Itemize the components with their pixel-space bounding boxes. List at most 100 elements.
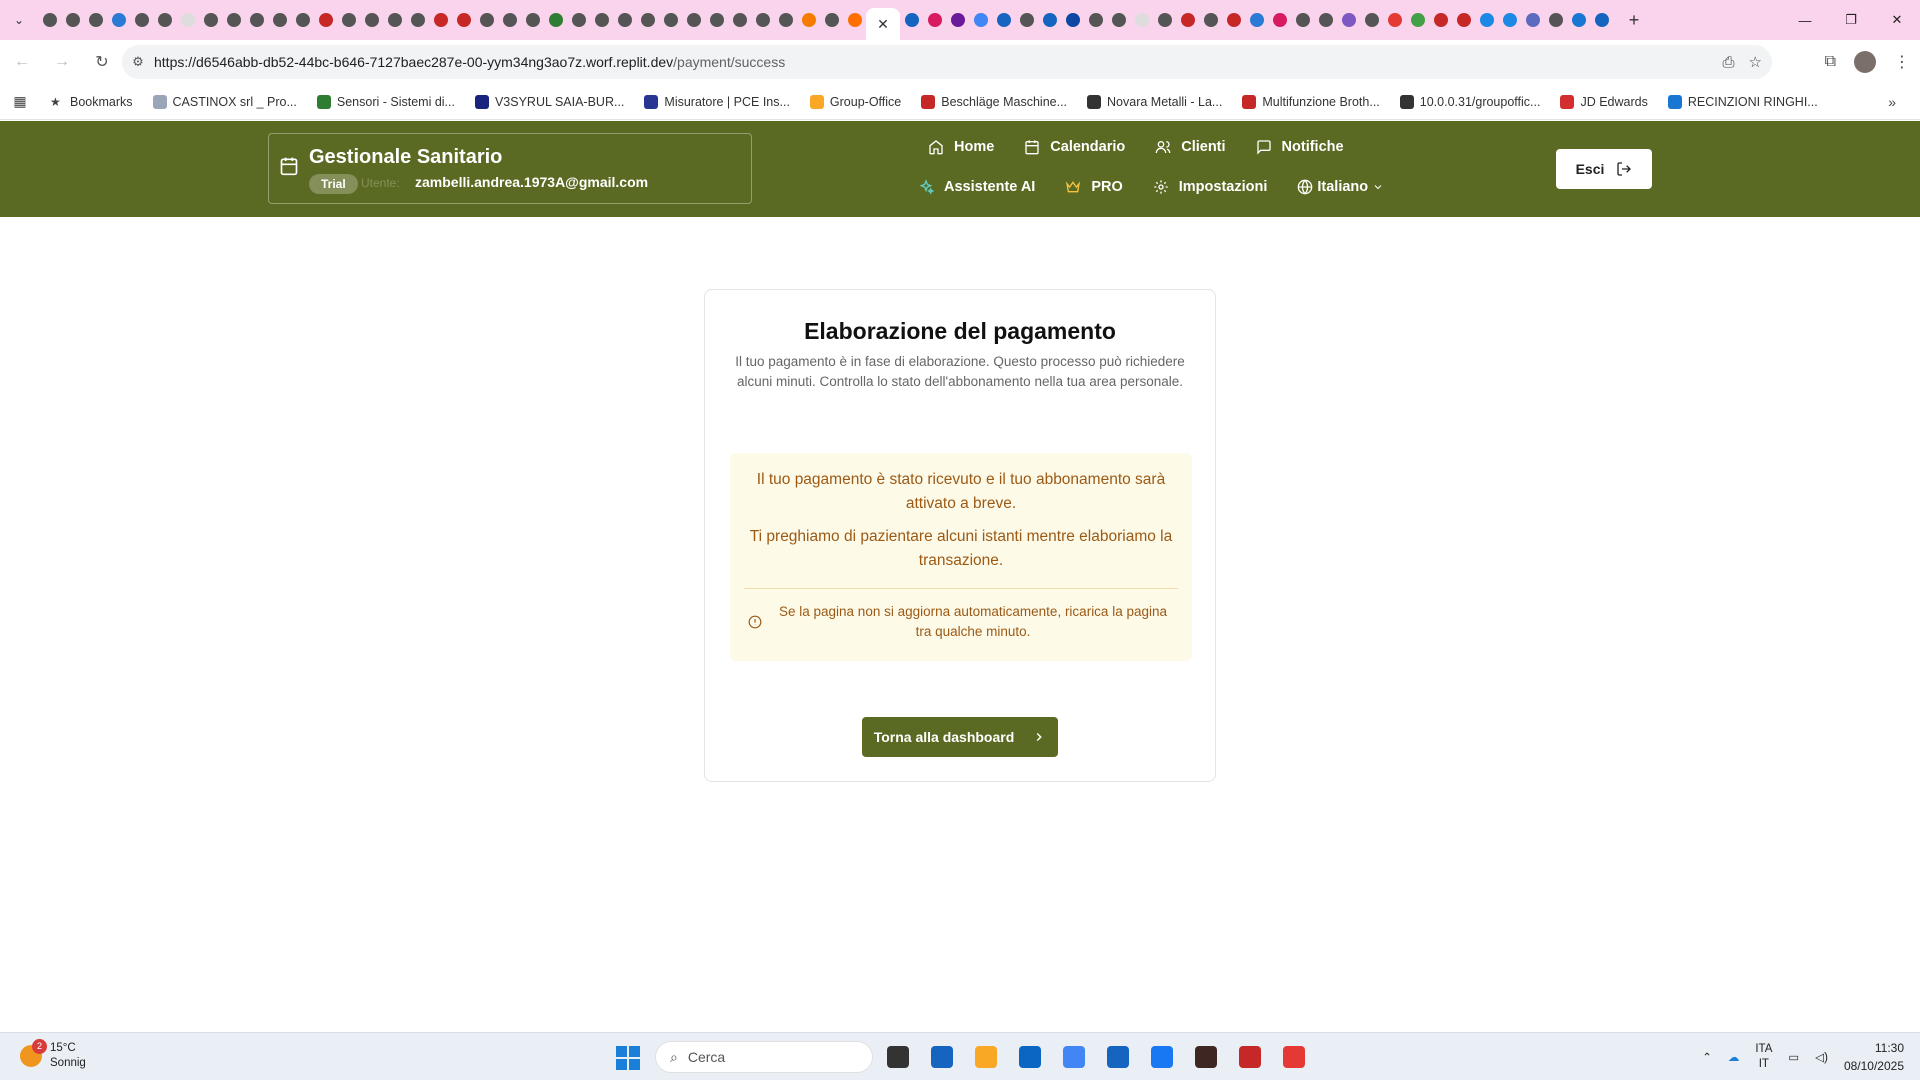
taskbar-search[interactable]: ⌕ Cerca <box>655 1041 873 1073</box>
nav-ai-assistant[interactable]: Assistente AI <box>918 175 1035 199</box>
tab-favicon[interactable] <box>844 9 866 31</box>
tab-favicon[interactable] <box>1039 9 1061 31</box>
tab-favicon[interactable] <box>177 9 199 31</box>
taskbar-app-icon[interactable] <box>968 1041 1004 1073</box>
tab-favicon[interactable] <box>821 9 843 31</box>
active-tab[interactable]: ✕ <box>866 8 900 40</box>
tab-favicon[interactable] <box>901 9 923 31</box>
tab-favicon[interactable] <box>545 9 567 31</box>
tab-favicon[interactable] <box>430 9 452 31</box>
tab-favicon[interactable] <box>970 9 992 31</box>
nav-calendar[interactable]: Calendario <box>1024 135 1125 159</box>
tab-favicon[interactable] <box>1315 9 1337 31</box>
nav-notifications[interactable]: Notifiche <box>1256 135 1344 159</box>
start-button-windows-icon[interactable] <box>616 1046 640 1070</box>
tab-favicon[interactable] <box>1177 9 1199 31</box>
more-bookmarks-icon[interactable]: » <box>1888 94 1896 110</box>
tab-favicon[interactable] <box>752 9 774 31</box>
tab-favicon[interactable] <box>637 9 659 31</box>
taskbar-app-icon[interactable] <box>1100 1041 1136 1073</box>
tab-favicon[interactable] <box>200 9 222 31</box>
bookmark-item[interactable]: Misuratore | PCE Ins... <box>634 94 800 109</box>
bookmark-item[interactable]: JD Edwards <box>1550 94 1657 109</box>
tab-favicon[interactable] <box>1384 9 1406 31</box>
tab-favicon[interactable] <box>775 9 797 31</box>
tab-favicon[interactable] <box>407 9 429 31</box>
tab-favicon[interactable] <box>1591 9 1613 31</box>
tab-favicon[interactable] <box>1407 9 1429 31</box>
tab-favicon[interactable] <box>1062 9 1084 31</box>
tab-favicon[interactable] <box>522 9 544 31</box>
install-app-icon[interactable]: ⎙ <box>1723 54 1735 71</box>
tab-favicon[interactable] <box>1568 9 1590 31</box>
tab-close-icon[interactable]: ✕ <box>877 16 889 33</box>
tab-favicon[interactable] <box>1499 9 1521 31</box>
tab-favicon[interactable] <box>292 9 314 31</box>
clock[interactable]: 11:30 08/10/2025 <box>1844 1039 1904 1075</box>
tab-favicon[interactable] <box>85 9 107 31</box>
tab-favicon[interactable] <box>1269 9 1291 31</box>
nav-pro[interactable]: PRO <box>1065 175 1123 199</box>
tab-favicon[interactable] <box>1430 9 1452 31</box>
taskbar-app-icon[interactable] <box>1056 1041 1092 1073</box>
tab-favicon[interactable] <box>131 9 153 31</box>
tab-favicon[interactable] <box>1476 9 1498 31</box>
tab-favicon[interactable] <box>1085 9 1107 31</box>
tab-favicon[interactable] <box>1016 9 1038 31</box>
tab-favicon[interactable] <box>568 9 590 31</box>
url-text[interactable]: https://d6546abb-db52-44bc-b646-7127baec… <box>154 54 785 70</box>
tab-search-chevron-icon[interactable]: ⌄ <box>0 0 38 40</box>
onedrive-cloud-icon[interactable]: ☁ <box>1728 1050 1740 1064</box>
minimize-icon[interactable]: — <box>1782 0 1828 40</box>
tab-favicon[interactable] <box>591 9 613 31</box>
profile-avatar[interactable] <box>1854 51 1876 73</box>
nav-settings[interactable]: Impostazioni <box>1153 175 1267 199</box>
bookmark-item[interactable]: Multifunzione Broth... <box>1232 94 1389 109</box>
chevron-up-icon[interactable]: ⌃ <box>1702 1050 1712 1064</box>
taskbar-app-icon[interactable] <box>1276 1041 1312 1073</box>
tab-favicon[interactable] <box>1338 9 1360 31</box>
tab-favicon[interactable] <box>1131 9 1153 31</box>
taskbar-app-icon[interactable] <box>1012 1041 1048 1073</box>
bookmark-item[interactable]: V3SYRUL SAIA-BUR... <box>465 94 634 109</box>
tab-favicon[interactable] <box>338 9 360 31</box>
logout-button[interactable]: Esci <box>1556 149 1652 189</box>
bookmark-item[interactable]: Group-Office <box>800 94 911 109</box>
reload-icon[interactable]: ↻ <box>84 44 120 80</box>
site-info-icon[interactable]: ⚙ <box>122 54 154 70</box>
taskbar-app-icon[interactable] <box>1144 1041 1180 1073</box>
tab-favicon[interactable] <box>246 9 268 31</box>
apps-grid-icon[interactable]: ▦ <box>0 93 40 110</box>
tab-favicon[interactable] <box>993 9 1015 31</box>
forward-icon[interactable]: → <box>44 44 80 80</box>
tab-favicon[interactable] <box>1108 9 1130 31</box>
tab-favicon[interactable] <box>798 9 820 31</box>
tab-favicon[interactable] <box>729 9 751 31</box>
tab-favicon[interactable] <box>1246 9 1268 31</box>
network-icon[interactable]: ▭ <box>1788 1050 1799 1064</box>
tab-favicon[interactable] <box>1200 9 1222 31</box>
tab-favicon[interactable] <box>1223 9 1245 31</box>
tab-favicon[interactable] <box>499 9 521 31</box>
bookmark-item[interactable]: RECINZIONI RINGHI... <box>1658 94 1828 109</box>
tab-favicon[interactable] <box>1154 9 1176 31</box>
bookmark-item[interactable]: Sensori - Sistemi di... <box>307 94 465 109</box>
volume-icon[interactable]: ◁) <box>1815 1050 1828 1064</box>
nav-clients[interactable]: Clienti <box>1155 135 1226 159</box>
browser-menu-icon[interactable]: ⋮ <box>1894 52 1910 72</box>
taskbar-app-icon[interactable] <box>1188 1041 1224 1073</box>
address-bar[interactable]: ⚙ https://d6546abb-db52-44bc-b646-7127ba… <box>122 45 1772 79</box>
tab-favicon[interactable] <box>108 9 130 31</box>
tab-favicon[interactable] <box>476 9 498 31</box>
restore-icon[interactable]: ❐ <box>1828 0 1874 40</box>
taskbar-app-icon[interactable] <box>924 1041 960 1073</box>
bookmark-star-icon[interactable]: ☆ <box>1749 53 1762 71</box>
bookmark-item[interactable]: 10.0.0.31/groupoffic... <box>1390 94 1551 109</box>
weather-widget[interactable]: 2 15°C Sonnig <box>20 1039 86 1071</box>
new-tab-icon[interactable]: + <box>1619 10 1649 31</box>
tab-favicon[interactable] <box>614 9 636 31</box>
tab-favicon[interactable] <box>39 9 61 31</box>
tab-favicon[interactable] <box>924 9 946 31</box>
tab-favicon[interactable] <box>947 9 969 31</box>
input-language[interactable]: ITA IT <box>1755 1042 1772 1072</box>
